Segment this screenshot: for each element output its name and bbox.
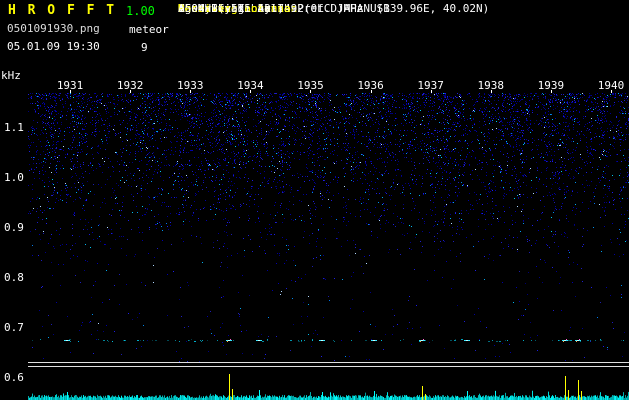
signal-level-strip-canvas	[28, 368, 629, 400]
spectrogram-canvas	[28, 93, 629, 362]
app-version: 1.00	[126, 4, 155, 18]
output-filename: 0501091930.png	[7, 22, 100, 35]
separator-line-lower	[28, 366, 629, 367]
freq-tick-label: 0.9	[4, 221, 24, 234]
meteor-count: 9	[141, 41, 148, 54]
freq-tick-label: 0.8	[4, 271, 24, 284]
mode-label: meteor	[129, 23, 169, 36]
freq-tick-label: 0.7	[4, 321, 24, 334]
observation-datetime: 05.01.09 19:30	[7, 40, 100, 53]
freq-axis-unit: kHz	[1, 69, 21, 82]
hrofft-output: H R O F F T 1.00 0501091930.png meteor 0…	[0, 0, 629, 400]
freq-tick-label: 1.0	[4, 171, 24, 184]
station-info-value: A504HB(yagi 4el)	[178, 2, 284, 15]
separator-line-upper	[28, 362, 629, 363]
app-title: H R O F F T	[8, 3, 117, 18]
freq-tick-label: 1.1	[4, 121, 24, 134]
freq-tick-label: 0.6	[4, 371, 24, 384]
